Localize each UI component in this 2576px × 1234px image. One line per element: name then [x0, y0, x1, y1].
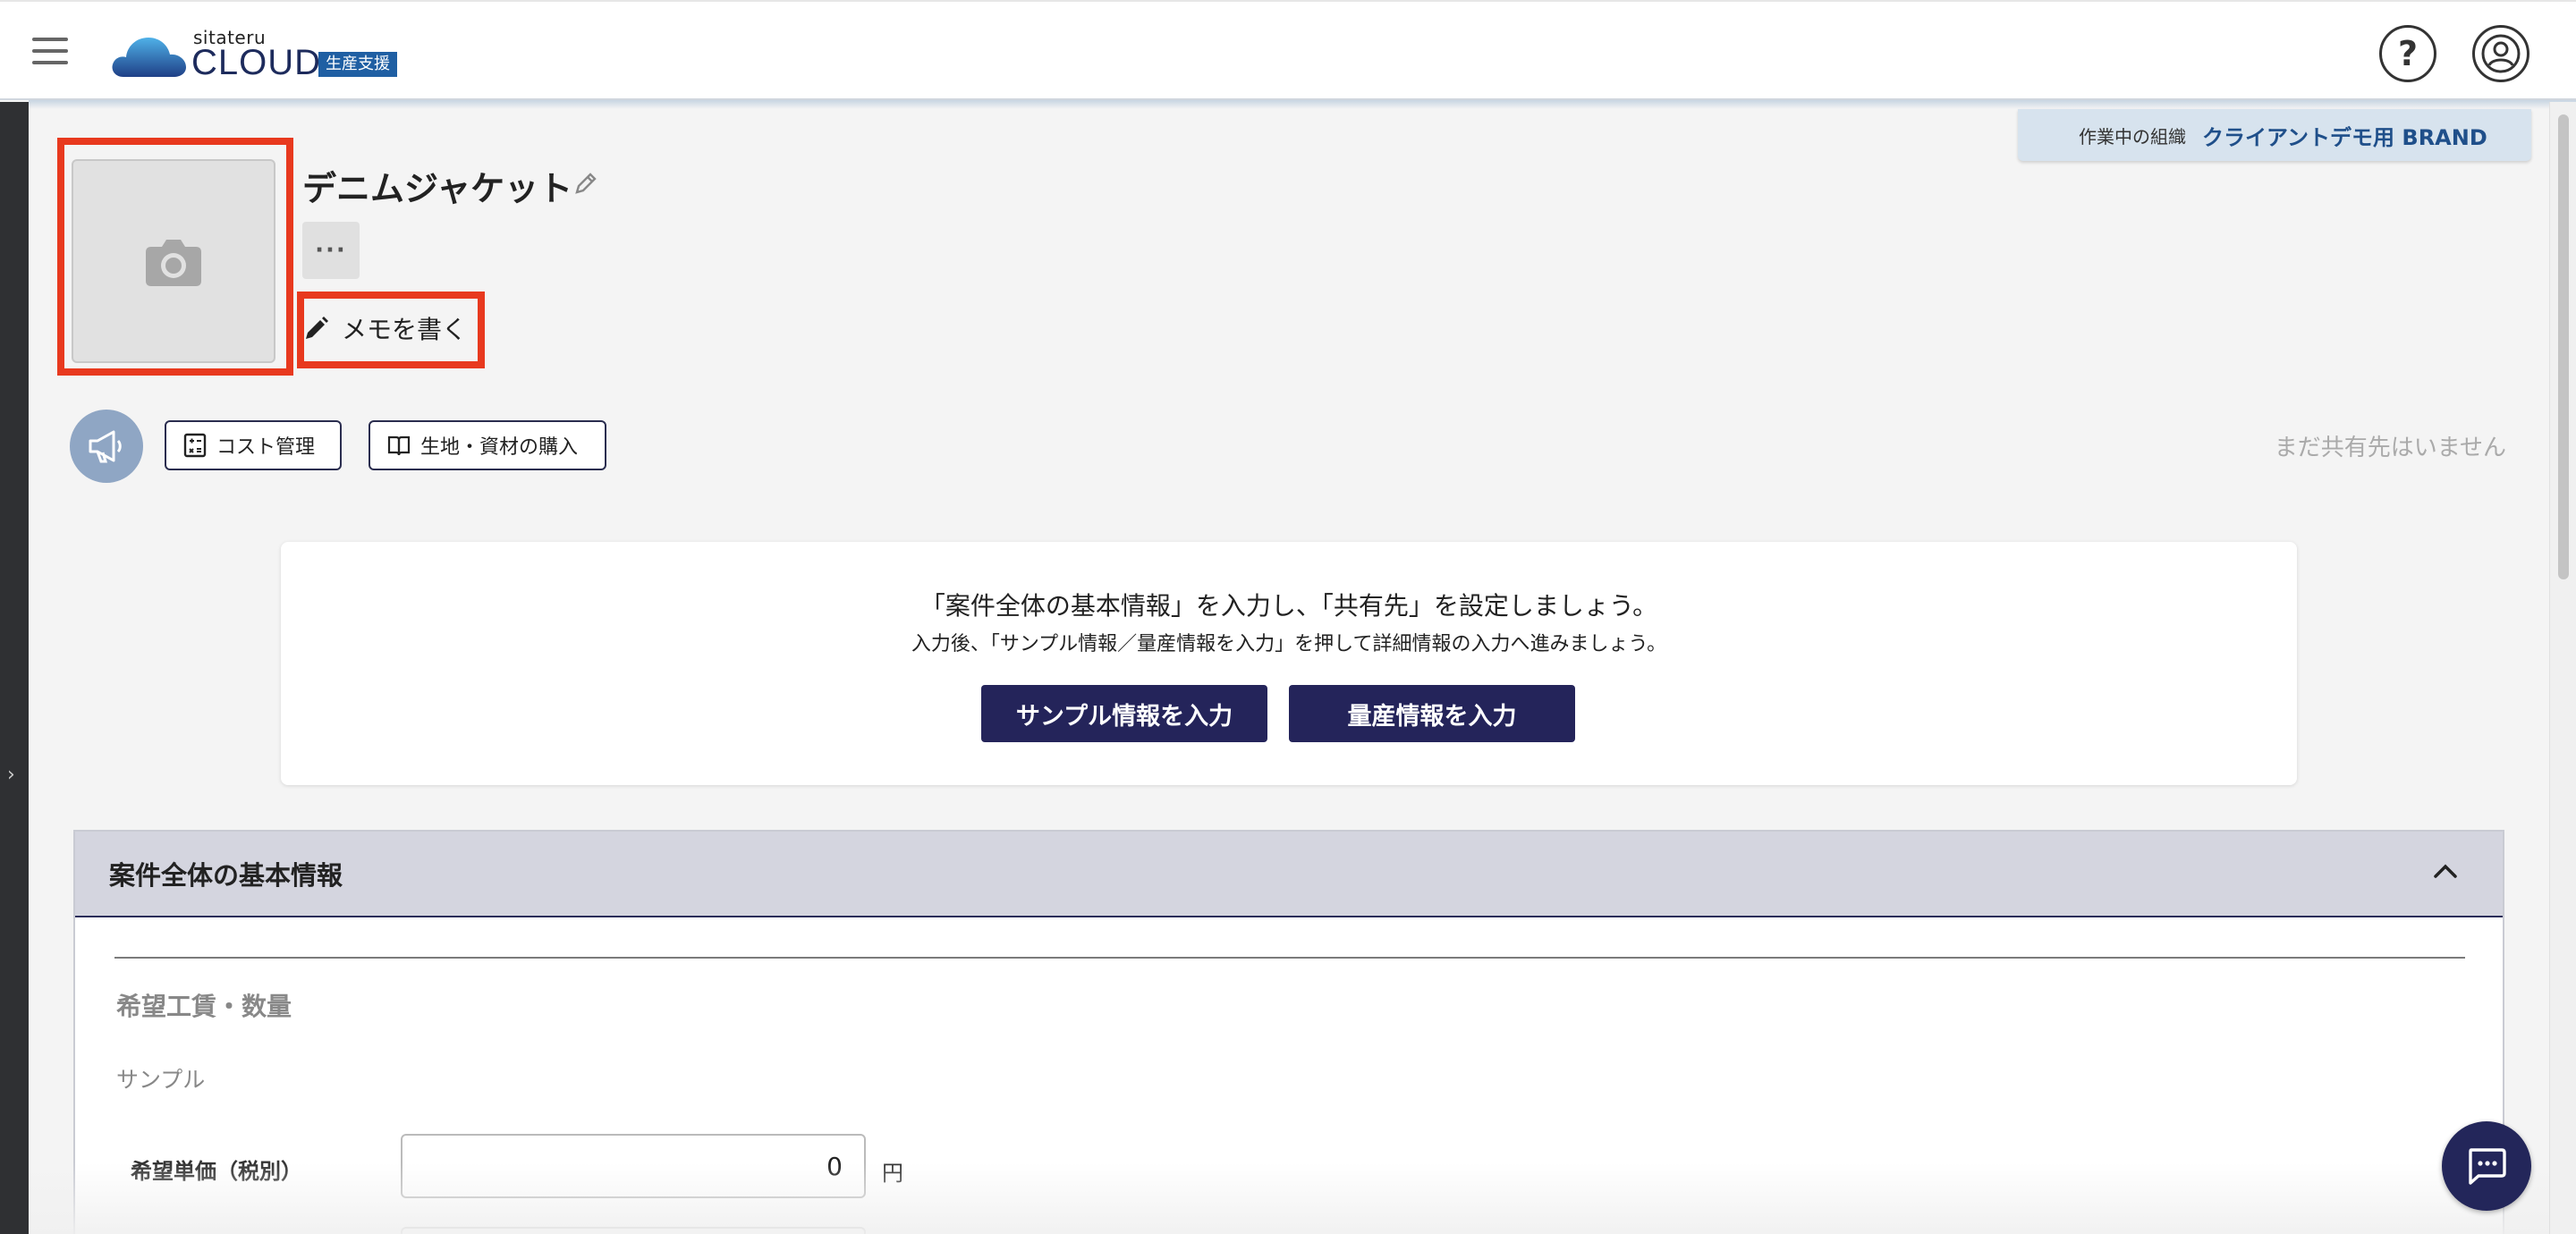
section-subheading: 希望工賃・数量 — [116, 992, 292, 1021]
user-glyph — [2481, 34, 2521, 73]
organization-label: 作業中の組織 — [2079, 125, 2186, 148]
section-title: 案件全体の基本情報 — [109, 860, 343, 891]
write-memo-label: メモを書く — [342, 315, 468, 344]
divider — [114, 957, 2465, 959]
product-photo-placeholder[interactable] — [72, 159, 275, 363]
fabric-purchase-label: 生地・資材の購入 — [420, 436, 579, 459]
sample-group-label: サンプル — [116, 1067, 206, 1093]
organization-tab[interactable]: 作業中の組織 クライアントデモ用 BRAND — [2018, 109, 2531, 161]
enter-mass-production-button[interactable]: 量産情報を入力 — [1289, 685, 1575, 742]
pencil-icon — [306, 317, 328, 339]
book-icon — [387, 435, 411, 456]
hamburger-menu-icon[interactable] — [32, 38, 68, 64]
organization-name: クライアントデモ用 BRAND — [2202, 124, 2487, 150]
desired-unit-price-input[interactable] — [401, 1134, 866, 1198]
user-account-icon[interactable] — [2472, 25, 2529, 82]
guidance-line-2: 入力後、「サンプル情報／量産情報を入力」を押して詳細情報の入力へ進みましょう。 — [911, 633, 1667, 655]
chat-button[interactable] — [2442, 1121, 2531, 1211]
chat-bubble-icon — [2469, 1148, 2506, 1185]
announcement-button[interactable] — [70, 410, 143, 483]
chevron-right-icon[interactable]: › — [7, 764, 15, 786]
write-memo-button[interactable]: メモを書く — [304, 308, 467, 349]
guidance-card: 「案件全体の基本情報」を入力し、「共有先」を設定しましょう。 入力後、「サンプル… — [281, 542, 2297, 785]
cost-management-label: コスト管理 — [216, 436, 316, 459]
logo-badge: 生産支援 — [318, 52, 397, 77]
help-icon[interactable]: ? — [2379, 25, 2436, 82]
calculator-icon — [183, 433, 207, 458]
camera-icon — [146, 240, 201, 286]
topbar-shadow — [29, 100, 2576, 109]
logo-main-text: CLOUD — [191, 43, 322, 82]
app-logo[interactable]: sitateru CLOUD 生産支援 — [111, 27, 415, 82]
top-bar: sitateru CLOUD 生産支援 ? — [0, 0, 2576, 100]
cloud-logo-icon — [112, 38, 186, 77]
more-options-button[interactable]: ··· — [302, 222, 360, 279]
collapsed-sidebar[interactable]: › — [0, 102, 29, 1234]
no-share-status: まだ共有先はいません — [2274, 435, 2506, 461]
basic-info-section: 案件全体の基本情報 希望工賃・数量 サンプル 希望単価（税別） 円 — [73, 830, 2504, 1234]
unit-yen-label: 円 — [882, 1161, 903, 1186]
fabric-purchase-button[interactable]: 生地・資材の購入 — [369, 420, 606, 470]
guidance-line-1: 「案件全体の基本情報」を入力し、「共有先」を設定しましょう。 — [919, 591, 1658, 621]
cost-management-button[interactable]: コスト管理 — [165, 420, 342, 470]
scrollbar-thumb[interactable] — [2558, 114, 2569, 579]
product-title: デニムジャケット — [302, 169, 573, 208]
scrollbar[interactable] — [2549, 102, 2576, 1234]
desired-unit-price-label: 希望単価（税別） — [131, 1159, 302, 1184]
chevron-up-icon[interactable] — [2433, 862, 2458, 880]
basic-info-section-header[interactable]: 案件全体の基本情報 — [75, 832, 2503, 917]
enter-sample-info-button[interactable]: サンプル情報を入力 — [981, 685, 1267, 742]
megaphone-icon — [89, 430, 122, 463]
edit-title-pencil-icon[interactable] — [572, 170, 599, 197]
next-field-input[interactable] — [401, 1227, 866, 1234]
